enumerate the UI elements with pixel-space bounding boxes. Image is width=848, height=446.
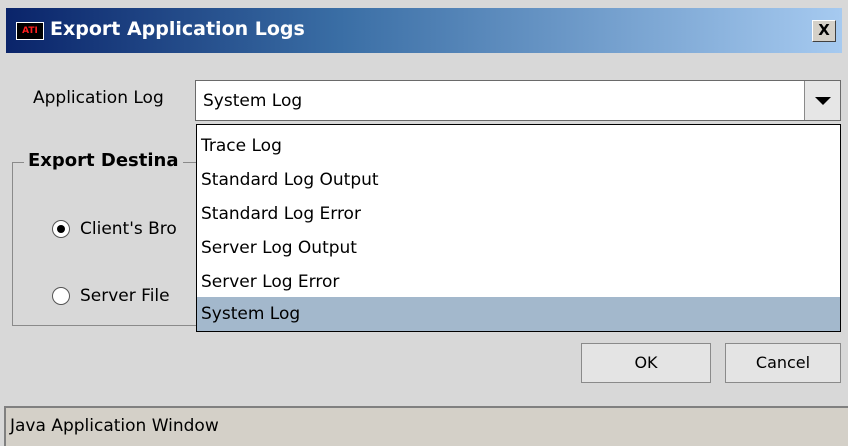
radio-button-checked[interactable] xyxy=(52,220,70,238)
export-destination-title: Export Destina xyxy=(24,150,183,171)
dropdown-item-standard-log-output[interactable]: Standard Log Output xyxy=(197,163,840,197)
status-text: Java Application Window xyxy=(10,416,219,436)
radio-button-unchecked[interactable] xyxy=(52,287,70,305)
radio-server-file[interactable]: Server File xyxy=(52,286,170,306)
cancel-button[interactable]: Cancel xyxy=(725,343,841,383)
radio-clients-browser[interactable]: Client's Bro xyxy=(52,219,177,239)
status-bar: Java Application Window xyxy=(4,406,848,446)
dropdown-item-trace-log[interactable]: Trace Log xyxy=(197,129,840,163)
application-log-dropdown-list[interactable]: Trace Log Standard Log Output Standard L… xyxy=(196,124,841,332)
application-log-select[interactable]: System Log xyxy=(195,80,841,121)
window-title: Export Application Logs xyxy=(50,18,305,40)
app-logo-icon: ATI xyxy=(16,22,44,40)
close-icon: X xyxy=(818,21,830,39)
radio-label: Server File xyxy=(80,286,170,306)
selected-log-value: System Log xyxy=(203,91,303,111)
dropdown-arrow-button[interactable] xyxy=(804,81,840,120)
export-logs-dialog: ATI Export Application Logs X Applicatio… xyxy=(0,0,848,446)
dropdown-item-server-log-error[interactable]: Server Log Error xyxy=(197,265,840,299)
chevron-down-icon xyxy=(815,97,831,105)
radio-label: Client's Bro xyxy=(80,219,177,239)
ok-button[interactable]: OK xyxy=(581,343,711,383)
close-button[interactable]: X xyxy=(812,20,836,42)
dropdown-item-standard-log-error[interactable]: Standard Log Error xyxy=(197,197,840,231)
title-bar[interactable]: ATI Export Application Logs X xyxy=(6,8,842,53)
dropdown-item-system-log[interactable]: System Log xyxy=(197,297,840,331)
application-log-label: Application Log xyxy=(33,88,164,108)
dropdown-item-server-log-output[interactable]: Server Log Output xyxy=(197,231,840,265)
